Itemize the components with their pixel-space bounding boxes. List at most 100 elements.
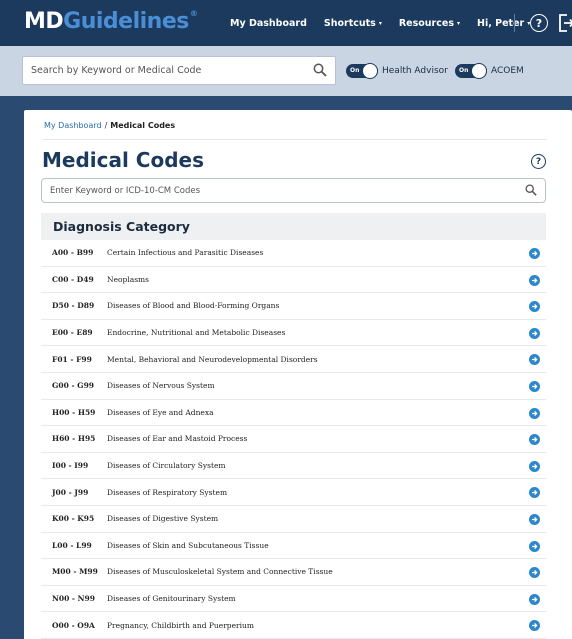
table-row[interactable]: H00 - H59 Diseases of Eye and Adnexa xyxy=(41,400,546,427)
health-advisor-label: Health Advisor xyxy=(382,66,448,76)
help-icon[interactable]: ? xyxy=(531,154,546,169)
row-code: G00 - G99 xyxy=(52,381,95,391)
arrow-right-icon[interactable] xyxy=(529,434,540,446)
toggle-state: On xyxy=(350,67,360,74)
row-description: Diseases of Digestive System xyxy=(107,514,219,524)
row-code: A00 - B99 xyxy=(52,248,94,258)
row-description: Certain Infectious and Parasitic Disease… xyxy=(107,248,264,258)
logo-registered-mark: ® xyxy=(189,9,198,18)
table-row[interactable]: C00 - D49 Neoplasms xyxy=(41,267,546,294)
arrow-right-icon[interactable] xyxy=(529,620,540,632)
table-body: A00 - B99 Certain Infectious and Parasiti… xyxy=(41,240,546,639)
logout-icon[interactable] xyxy=(558,13,572,33)
logo-md: MD xyxy=(24,9,64,34)
nav-links: My Dashboard Shortcuts ▾ Resources ▾ Hi, P… xyxy=(230,0,530,46)
nav-user-menu[interactable]: Hi, Peter ▾ xyxy=(477,18,530,29)
health-advisor-toggle-group: On Health Advisor xyxy=(346,63,448,79)
table-row[interactable]: L00 - L99 Diseases of Skin and Subcutaneo… xyxy=(41,533,546,560)
row-code: M00 - M99 xyxy=(52,567,98,577)
row-code: H00 - H59 xyxy=(52,407,96,417)
nav-resources[interactable]: Resources ▾ xyxy=(399,18,460,29)
page-title: Medical Codes xyxy=(42,148,205,172)
breadcrumb-separator: / xyxy=(104,121,108,130)
nav-label: Hi, Peter xyxy=(477,17,525,29)
global-search-bar: On Health Advisor On ACOEM xyxy=(0,46,572,96)
arrow-right-icon[interactable] xyxy=(529,248,540,259)
row-code: O00 - O9A xyxy=(52,620,95,630)
row-description: Diseases of Circulatory System xyxy=(107,461,226,471)
caret-down-icon: ▾ xyxy=(378,19,382,27)
row-description: Diseases of Nervous System xyxy=(107,381,215,391)
table-row[interactable]: G00 - G99 Diseases of Nervous System xyxy=(41,373,546,400)
breadcrumb-dashboard-link[interactable]: My Dashboard xyxy=(44,121,102,130)
diagnosis-category-table: Diagnosis Category A00 - B99 Certain Infe… xyxy=(41,213,546,639)
search-icon[interactable] xyxy=(525,184,537,196)
arrow-right-icon[interactable] xyxy=(529,593,540,605)
table-row[interactable]: A00 - B99 Certain Infectious and Parasiti… xyxy=(41,240,546,267)
toggle-knob xyxy=(362,63,378,79)
table-row[interactable]: E00 - E89 Endocrine, Nutritional and Meta… xyxy=(41,320,546,347)
table-row[interactable]: K00 - K95 Diseases of Digestive System xyxy=(41,506,546,533)
search-icon[interactable] xyxy=(313,63,327,77)
row-description: Diseases of Genitourinary System xyxy=(107,594,236,604)
arrow-right-icon[interactable] xyxy=(529,380,540,392)
arrow-right-icon[interactable] xyxy=(529,540,540,552)
nav-my-dashboard[interactable]: My Dashboard xyxy=(230,18,307,29)
row-description: Diseases of Respiratory System xyxy=(107,487,228,497)
arrow-right-icon[interactable] xyxy=(529,513,540,525)
nav-label: My Dashboard xyxy=(230,17,307,29)
table-row[interactable]: M00 - M99 Diseases of Musculoskeletal Sys… xyxy=(41,559,546,586)
row-description: Mental, Behavioral and Neurodevelopmenta… xyxy=(107,354,318,364)
row-description: Pregnancy, Childbirth and Puerperium xyxy=(107,620,254,630)
table-row[interactable]: N00 - N99 Diseases of Genitourinary Syste… xyxy=(41,586,546,613)
app-window: MDGuidelines® My Dashboard Shortcuts ▾ Re… xyxy=(0,0,572,639)
arrow-right-icon[interactable] xyxy=(529,327,540,339)
row-description: Neoplasms xyxy=(107,274,149,284)
medical-codes-card: My Dashboard / Medical Codes Medical Codes… xyxy=(24,110,572,639)
logo-guidelines: Guidelines xyxy=(63,9,189,34)
row-description: Diseases of Ear and Mastoid Process xyxy=(107,434,248,444)
health-advisor-toggle[interactable]: On xyxy=(346,63,378,79)
row-code: D50 - D89 xyxy=(52,301,95,311)
help-icon[interactable]: ? xyxy=(530,14,548,32)
table-heading: Diagnosis Category xyxy=(41,213,546,240)
row-code: I00 - I99 xyxy=(52,461,89,471)
toggle-knob xyxy=(471,63,487,79)
nav-label: Resources xyxy=(398,17,454,29)
breadcrumb-current: Medical Codes xyxy=(110,121,176,130)
acoem-label: ACOEM xyxy=(491,66,524,76)
arrow-right-icon[interactable] xyxy=(529,301,540,313)
nav-divider xyxy=(514,14,515,32)
top-nav: MDGuidelines® My Dashboard Shortcuts ▾ Re… xyxy=(0,0,572,46)
breadcrumb-divider xyxy=(42,139,547,140)
row-code: H60 - H95 xyxy=(52,434,96,444)
brand-logo[interactable]: MDGuidelines® xyxy=(24,9,198,34)
arrow-right-icon[interactable] xyxy=(529,407,540,419)
arrow-right-icon[interactable] xyxy=(529,354,540,366)
code-search-box xyxy=(41,178,546,203)
row-description: Diseases of Musculoskeletal System and C… xyxy=(107,567,333,577)
row-code: L00 - L99 xyxy=(52,540,92,550)
arrow-right-icon[interactable] xyxy=(529,460,540,472)
row-code: K00 - K95 xyxy=(52,514,95,524)
code-search-input[interactable] xyxy=(42,179,512,202)
nav-shortcuts[interactable]: Shortcuts ▾ xyxy=(324,18,382,29)
table-row[interactable]: J00 - J99 Diseases of Respiratory System xyxy=(41,479,546,506)
global-search-input[interactable] xyxy=(23,57,303,84)
table-row[interactable]: F01 - F99 Mental, Behavioral and Neurodev… xyxy=(41,346,546,373)
row-description: Diseases of Eye and Adnexa xyxy=(107,407,214,417)
row-description: Diseases of Skin and Subcutaneous Tissue xyxy=(107,540,269,550)
row-code: N00 - N99 xyxy=(52,594,95,604)
arrow-right-icon[interactable] xyxy=(529,487,540,499)
arrow-right-icon[interactable] xyxy=(529,274,540,286)
acoem-toggle[interactable]: On xyxy=(455,63,487,79)
arrow-right-icon[interactable] xyxy=(529,567,540,579)
table-row[interactable]: D50 - D89 Diseases of Blood and Blood-For… xyxy=(41,293,546,320)
row-code: E00 - E89 xyxy=(52,328,93,338)
caret-down-icon: ▾ xyxy=(456,19,460,27)
row-code: C00 - D49 xyxy=(52,274,94,284)
table-row[interactable]: I00 - I99 Diseases of Circulatory System xyxy=(41,453,546,480)
table-row[interactable]: O00 - O9A Pregnancy, Childbirth and Puerp… xyxy=(41,612,546,639)
breadcrumb: My Dashboard / Medical Codes xyxy=(44,121,175,130)
table-row[interactable]: H60 - H95 Diseases of Ear and Mastoid Pro… xyxy=(41,426,546,453)
